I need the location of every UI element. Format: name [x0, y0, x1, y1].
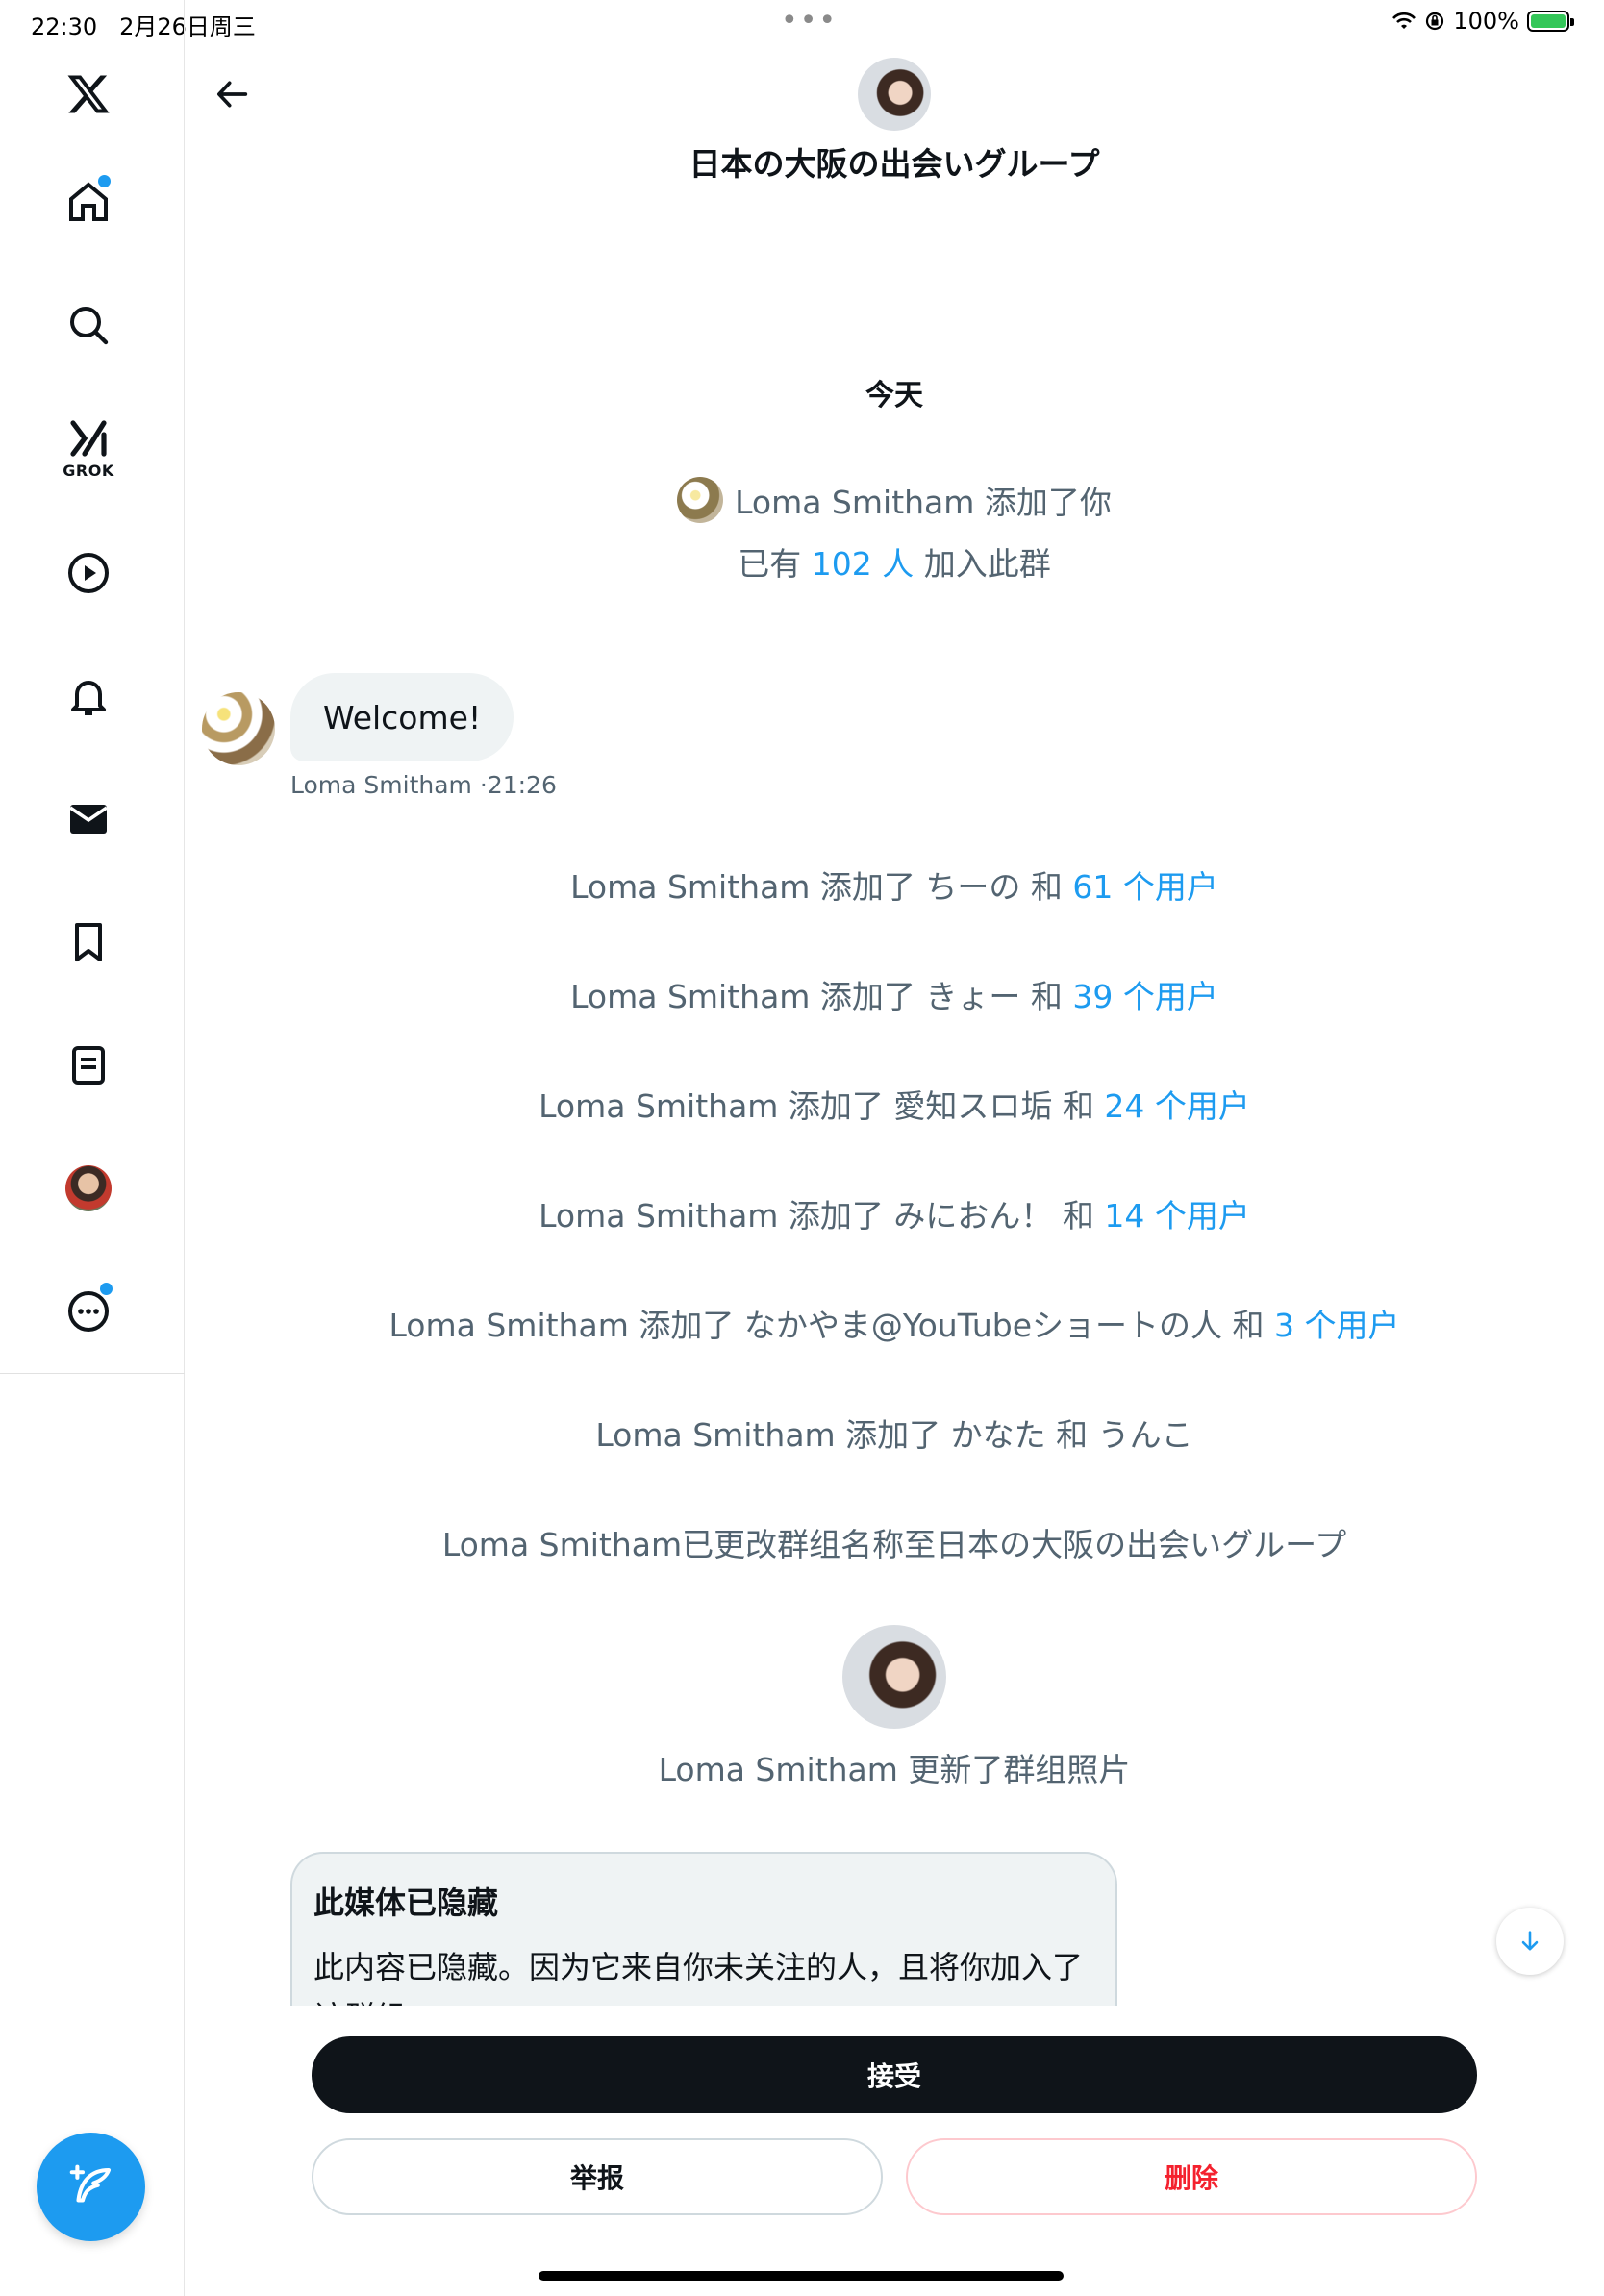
group-avatar[interactable]	[858, 58, 931, 131]
sidebar-divider	[0, 1373, 185, 1374]
event-text: Loma Smitham 添加了 ちーの 和	[570, 868, 1063, 906]
battery-charging-icon	[1527, 11, 1574, 32]
report-button[interactable]: 举报	[312, 2138, 883, 2215]
search-icon[interactable]	[40, 277, 137, 373]
system-event: Loma Smitham 添加了 愛知スロ垢 和 24 个用户	[185, 1081, 1604, 1127]
grok-label: GROK	[63, 462, 114, 480]
event-text: Loma Smitham 添加了 みにおん！ 和	[539, 1197, 1094, 1235]
event-text: Loma Smitham 添加了 なかやま@YouTubeショートの人 和	[388, 1307, 1265, 1344]
system-event: Loma Smitham已更改群组名称至日本の大阪の出会いグループ	[185, 1519, 1604, 1565]
video-icon[interactable]	[40, 525, 137, 621]
hidden-media-title: 此媒体已隐藏	[313, 1884, 499, 1921]
members-count-link[interactable]: 102 人	[812, 545, 914, 583]
hidden-media-body: 此内容已隐藏。因为它来自你未关注的人，且将你加入了该群组	[313, 1949, 1084, 2006]
battery-percent: 100%	[1453, 8, 1519, 35]
home-notification-dot	[98, 175, 111, 187]
more-icon[interactable]	[40, 1263, 137, 1360]
message-meta: Loma Smitham ·21:26	[290, 771, 557, 799]
messages-icon[interactable]	[40, 771, 137, 867]
back-button[interactable]	[204, 65, 262, 123]
sender-avatar[interactable]	[202, 692, 275, 765]
adder-avatar[interactable]	[677, 477, 724, 523]
system-event: Loma Smitham 添加了 みにおん！ 和 14 个用户	[185, 1190, 1604, 1236]
compose-button[interactable]	[37, 2133, 145, 2241]
system-event: Loma Smitham 添加了 なかやま@YouTubeショートの人 和 3 …	[185, 1300, 1604, 1346]
event-text: Loma Smitham已更改群组名称至日本の大阪の出会いグループ	[441, 1526, 1347, 1563]
profile-avatar[interactable]	[40, 1140, 137, 1236]
orientation-lock-icon	[1426, 12, 1444, 31]
updated-group-photo[interactable]	[842, 1625, 946, 1729]
event-users-link[interactable]: 61 个用户	[1072, 868, 1217, 906]
x-logo-icon[interactable]	[40, 46, 137, 142]
message-text: Welcome!	[323, 698, 482, 736]
members-prefix: 已有	[738, 545, 802, 583]
hidden-media-card[interactable]: 此媒体已隐藏 此内容已隐藏。因为它来自你未关注的人，且将你加入了该群组	[290, 1852, 1117, 2006]
system-event: Loma Smitham 添加了 きょー 和 39 个用户	[185, 971, 1604, 1017]
back-arrow-icon	[217, 81, 248, 108]
message-sender: Loma Smitham	[290, 771, 472, 799]
accept-button[interactable]: 接受	[312, 2036, 1477, 2113]
wifi-icon	[1392, 12, 1416, 29]
multitasking-dots-icon[interactable]: •••	[781, 4, 838, 37]
event-text: Loma Smitham 添加了 きょー 和	[570, 978, 1063, 1015]
members-suffix: 加入此群	[923, 545, 1051, 583]
notifications-icon[interactable]	[40, 648, 137, 744]
compose-icon	[69, 2164, 111, 2203]
sidebar: GROK	[0, 0, 185, 2296]
event-text: Loma Smitham 添加了 かなた 和 うんこ	[595, 1416, 1193, 1454]
added-you-event: Loma Smitham 添加了你	[185, 477, 1604, 523]
message-time: 21:26	[487, 771, 557, 799]
member-count-row: 已有 102 人 加入此群	[185, 538, 1604, 585]
more-notification-dot	[100, 1283, 113, 1295]
arrow-down-icon	[1521, 1931, 1539, 1951]
system-event: Loma Smitham 添加了 ちーの 和 61 个用户	[185, 861, 1604, 908]
system-event: Loma Smitham 添加了 かなた 和 うんこ	[185, 1410, 1604, 1456]
added-you-text: Loma Smitham 添加了你	[735, 484, 1112, 521]
date-separator: 今天	[865, 379, 923, 412]
delete-button[interactable]: 删除	[906, 2138, 1477, 2215]
grok-icon[interactable]: GROK	[40, 400, 137, 496]
bookmarks-icon[interactable]	[40, 894, 137, 990]
meta-separator: ·	[479, 771, 488, 799]
event-users-link[interactable]: 39 个用户	[1072, 978, 1217, 1015]
event-users-link[interactable]: 14 个用户	[1104, 1197, 1249, 1235]
status-indicators: 100%	[1391, 8, 1574, 35]
photo-update-event: Loma Smitham 更新了群组照片	[658, 1751, 1131, 1788]
home-indicator[interactable]	[539, 2271, 1064, 2281]
event-text: Loma Smitham 添加了 愛知スロ垢 和	[539, 1087, 1094, 1125]
message-bubble[interactable]: Welcome!	[290, 673, 514, 761]
group-title[interactable]: 日本の大阪の出会いグループ	[185, 138, 1604, 185]
lists-icon[interactable]	[40, 1017, 137, 1113]
home-icon[interactable]	[40, 154, 137, 250]
event-users-link[interactable]: 3 个用户	[1274, 1307, 1400, 1344]
event-users-link[interactable]: 24 个用户	[1104, 1087, 1249, 1125]
scroll-to-bottom-button[interactable]	[1496, 1908, 1564, 1975]
